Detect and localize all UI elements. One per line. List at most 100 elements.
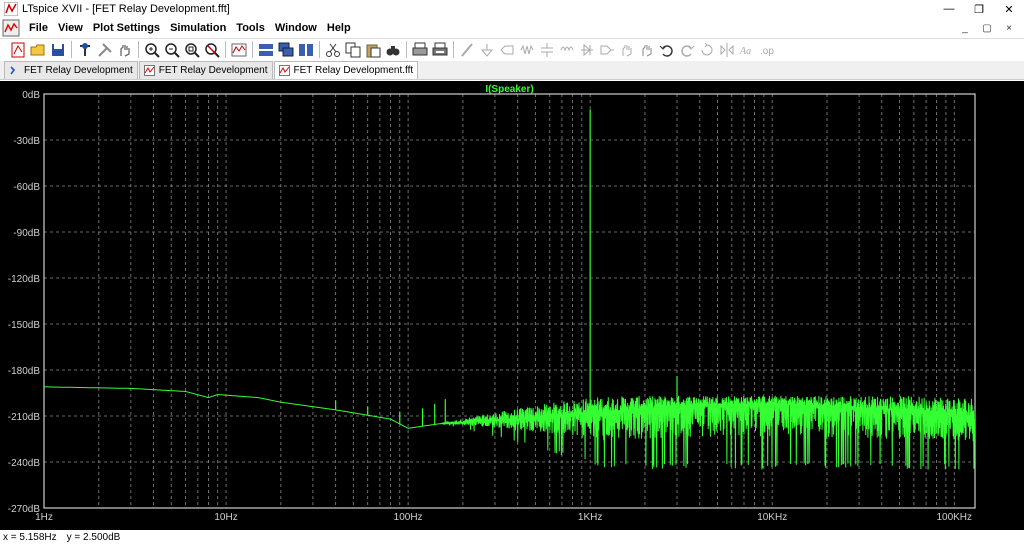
window-title: LTspice XVII - [FET Relay Development.ff… <box>22 3 230 15</box>
y-tick-label: -30dB <box>13 136 40 147</box>
y-tick-label: -210dB <box>8 412 41 423</box>
x-tick-label: 100KHz <box>936 512 972 523</box>
menu-help[interactable]: Help <box>322 22 356 34</box>
plot-grid <box>43 93 975 509</box>
open-icon[interactable] <box>28 40 47 59</box>
toolbar-separator <box>453 41 454 58</box>
plot-frame <box>43 93 976 509</box>
waveform-icon <box>143 65 155 76</box>
fft-trace[interactable] <box>44 386 976 470</box>
control-panel-icon[interactable] <box>75 40 94 59</box>
x-tick-label: 100Hz <box>394 512 423 523</box>
tile-horizontal-icon[interactable] <box>256 40 275 59</box>
menu-file[interactable]: File <box>24 22 53 34</box>
menu-simulation[interactable]: Simulation <box>165 22 231 34</box>
x-tick-label: 10Hz <box>214 512 237 523</box>
document-icon[interactable] <box>2 19 20 37</box>
menu-window[interactable]: Window <box>270 22 322 34</box>
x-tick-label: 1Hz <box>35 512 53 523</box>
copy-icon[interactable] <box>343 40 362 59</box>
toolbar-separator <box>319 41 320 58</box>
zoom-cancel-icon[interactable] <box>202 40 221 59</box>
maximize-button[interactable]: ❐ <box>964 0 994 18</box>
diode-icon[interactable] <box>577 40 596 59</box>
ltspice-logo-icon <box>4 2 18 16</box>
cursor-y-readout: y = 2.500dB <box>66 531 121 543</box>
fft-plot[interactable]: 0dB -30dB -60dB -90dB -120dB -150dB -180dB -210… <box>0 81 1024 530</box>
waveform-icon <box>278 65 290 76</box>
cut-icon[interactable] <box>323 40 342 59</box>
tab-waveform[interactable]: FET Relay Development <box>138 61 273 79</box>
minimize-button[interactable]: — <box>934 0 964 18</box>
zoom-in-icon[interactable] <box>142 40 161 59</box>
tab-label: FET Relay Development <box>158 65 268 76</box>
y-tick-label: -240dB <box>8 458 41 469</box>
tab-bar: FET Relay Development FET Relay Developm… <box>0 61 1024 80</box>
y-tick-label: -90dB <box>13 228 40 239</box>
title-bar: LTspice XVII - [FET Relay Development.ff… <box>0 0 1024 18</box>
y-tick-label: 0dB <box>22 90 40 101</box>
toolbar-separator <box>71 41 72 58</box>
y-tick-label: -150dB <box>8 320 41 331</box>
mdi-restore-button[interactable]: ▢ <box>976 23 998 34</box>
resistor-icon[interactable] <box>517 40 536 59</box>
tab-schematic[interactable]: FET Relay Development <box>4 61 138 79</box>
menu-plot-settings[interactable]: Plot Settings <box>88 22 165 34</box>
zoom-area-icon[interactable] <box>182 40 201 59</box>
undo-icon[interactable] <box>657 40 676 59</box>
pan-icon[interactable] <box>115 40 134 59</box>
toolbar-separator <box>225 41 226 58</box>
tile-vertical-icon[interactable] <box>296 40 315 59</box>
drag-icon[interactable] <box>637 40 656 59</box>
close-button[interactable]: ✕ <box>994 0 1024 18</box>
toolbar-separator <box>138 41 139 58</box>
new-schematic-icon[interactable] <box>8 40 27 59</box>
schematic-icon <box>10 66 16 75</box>
tab-label: FET Relay Development <box>24 65 133 76</box>
cascade-icon[interactable] <box>276 40 295 59</box>
y-tick-label: -120dB <box>8 274 41 285</box>
status-bar: x = 5.158Hz y = 2.500dB <box>0 530 1024 544</box>
text-icon[interactable]: Aa <box>737 40 756 59</box>
svg-text:.op: .op <box>760 46 774 57</box>
ground-icon[interactable] <box>477 40 496 59</box>
redo-icon[interactable] <box>677 40 696 59</box>
svg-text:Aa: Aa <box>739 46 751 57</box>
plot-pane[interactable]: 0dB -30dB -60dB -90dB -120dB -150dB -180dB -210… <box>0 81 1024 530</box>
x-tick-label: 10KHz <box>757 512 787 523</box>
x-tick-label: 1KHz <box>578 512 602 523</box>
move-icon[interactable] <box>617 40 636 59</box>
toolbar-separator <box>406 41 407 58</box>
paste-icon[interactable] <box>363 40 382 59</box>
cursor-x-readout: x = 5.158Hz <box>3 531 57 543</box>
run-icon[interactable] <box>95 40 114 59</box>
save-icon[interactable] <box>48 40 67 59</box>
mirror-icon[interactable] <box>717 40 736 59</box>
menu-tools[interactable]: Tools <box>231 22 270 34</box>
mdi-minimize-button[interactable]: _ <box>954 23 976 34</box>
inductor-icon[interactable] <box>557 40 576 59</box>
component-icon[interactable] <box>597 40 616 59</box>
y-tick-label: -180dB <box>8 366 41 377</box>
print-icon[interactable] <box>410 40 429 59</box>
trace-title[interactable]: I(Speaker) <box>485 84 533 95</box>
mdi-close-button[interactable]: × <box>998 23 1020 34</box>
menu-bar: File View Plot Settings Simulation Tools… <box>0 18 1024 38</box>
toolbar: Aa .op <box>0 38 1024 60</box>
print-setup-icon[interactable] <box>430 40 449 59</box>
rotate-icon[interactable] <box>697 40 716 59</box>
capacitor-icon[interactable] <box>537 40 556 59</box>
window-controls: — ❐ ✕ <box>934 0 1024 18</box>
toolbar-separator <box>252 41 253 58</box>
zoom-out-icon[interactable] <box>162 40 181 59</box>
y-tick-label: -60dB <box>13 182 40 193</box>
draw-wire-icon[interactable] <box>457 40 476 59</box>
mdi-controls: _ ▢ × <box>954 18 1020 38</box>
find-icon[interactable] <box>383 40 402 59</box>
tab-fft[interactable]: FET Relay Development.fft <box>273 61 419 79</box>
spice-directive-icon[interactable]: .op <box>757 40 776 59</box>
autorange-icon[interactable] <box>229 40 248 59</box>
label-net-icon[interactable] <box>497 40 516 59</box>
tab-label: FET Relay Development.fft <box>293 65 414 76</box>
menu-view[interactable]: View <box>53 22 88 34</box>
